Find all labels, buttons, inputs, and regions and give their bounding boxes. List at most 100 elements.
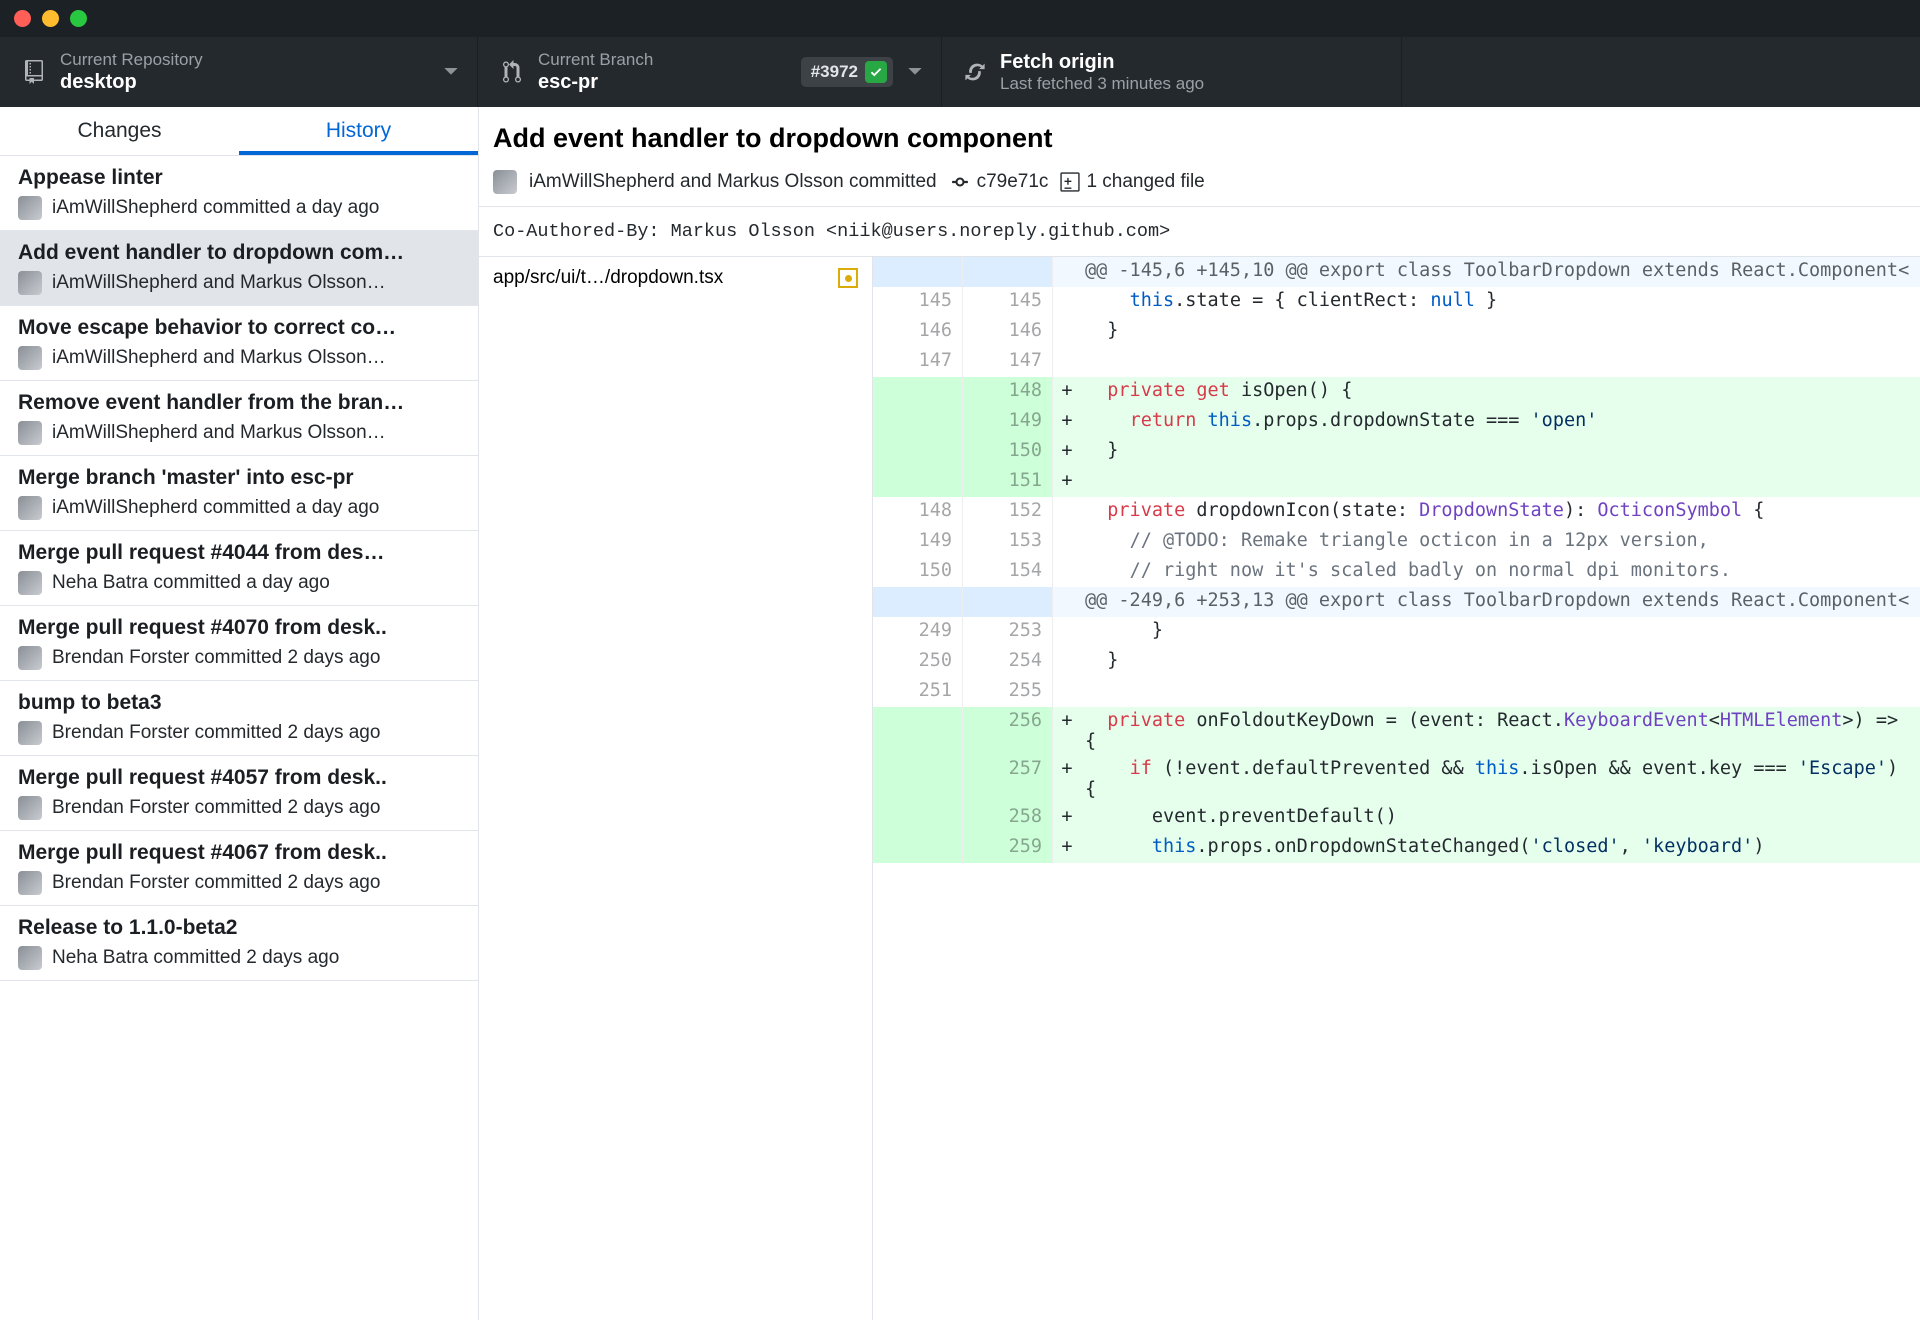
line-number-old: 148: [873, 497, 963, 527]
fetch-button[interactable]: Fetch origin Last fetched 3 minutes ago: [942, 37, 1402, 107]
branch-dropdown[interactable]: Current Branch esc-pr #3972: [478, 37, 942, 107]
diff-sign: [1053, 677, 1081, 707]
file-list: app/src/ui/t…/dropdown.tsx: [479, 257, 873, 1320]
line-number-old: [873, 377, 963, 407]
avatar: [493, 170, 517, 194]
main: Add event handler to dropdown component …: [479, 107, 1920, 1320]
diff-code: @@ -249,6 +253,13 @@ export class Toolba…: [1081, 587, 1920, 617]
diff-code: // @TODO: Remake triangle octicon in a 1…: [1081, 527, 1920, 557]
commit-item-title: Merge branch 'master' into esc-pr: [18, 466, 460, 490]
tab-history[interactable]: History: [239, 107, 478, 155]
commit-item-title: bump to beta3: [18, 691, 460, 715]
pull-request-icon: [500, 60, 524, 84]
diff-line: 250254 }: [873, 647, 1920, 677]
window-zoom-button[interactable]: [70, 10, 87, 27]
diff-line: 148152 private dropdownIcon(state: Dropd…: [873, 497, 1920, 527]
tab-changes[interactable]: Changes: [0, 107, 239, 155]
window-minimize-button[interactable]: [42, 10, 59, 27]
commit-item-meta: iAmWillShepherd and Markus Olsson…: [52, 347, 386, 369]
line-number-new: 148: [963, 377, 1053, 407]
avatar: [18, 421, 42, 445]
diff-line: 147147: [873, 347, 1920, 377]
diff-code: this.props.onDropdownStateChanged('close…: [1081, 833, 1920, 863]
titlebar: [0, 0, 1920, 37]
diff-sign: +: [1053, 803, 1081, 833]
commit-item[interactable]: Merge pull request #4044 from des… Neha …: [0, 531, 478, 606]
commit-item-meta: iAmWillShepherd and Markus Olsson…: [52, 272, 386, 294]
commit-item-title: Remove event handler from the bran…: [18, 391, 460, 415]
diff-line: 259+ this.props.onDropdownStateChanged('…: [873, 833, 1920, 863]
commit-item[interactable]: Merge pull request #4070 from desk.. Bre…: [0, 606, 478, 681]
line-number-new: 256: [963, 707, 1053, 755]
commit-item-meta: iAmWillShepherd committed a day ago: [52, 497, 379, 519]
diff-view[interactable]: @@ -145,6 +145,10 @@ export class Toolba…: [873, 257, 1920, 1320]
diff-code: // right now it's scaled badly on normal…: [1081, 557, 1920, 587]
avatar: [18, 871, 42, 895]
commit-sha: c79e71c: [977, 171, 1049, 193]
commit-item-meta: Brendan Forster committed 2 days ago: [52, 872, 380, 894]
fetch-sub: Last fetched 3 minutes ago: [1000, 74, 1383, 94]
diff-code: private onFoldoutKeyDown = (event: React…: [1081, 707, 1920, 755]
diff-code: }: [1081, 647, 1920, 677]
diff-line: 145145 this.state = { clientRect: null }: [873, 287, 1920, 317]
avatar: [18, 496, 42, 520]
commit-icon: [949, 173, 971, 191]
diff-sign: [1053, 587, 1081, 617]
diff-sign: +: [1053, 437, 1081, 467]
line-number-new: 258: [963, 803, 1053, 833]
commit-list[interactable]: Appease linter iAmWillShepherd committed…: [0, 156, 478, 1320]
chevron-down-icon: [443, 64, 459, 80]
commit-item[interactable]: Add event handler to dropdown com… iAmWi…: [0, 231, 478, 306]
diff-code: [1081, 467, 1920, 497]
diff-line: 256+ private onFoldoutKeyDown = (event: …: [873, 707, 1920, 755]
commit-item-title: Merge pull request #4067 from desk..: [18, 841, 460, 865]
diff-sign: [1053, 527, 1081, 557]
line-number-old: [873, 833, 963, 863]
commit-item-title: Appease linter: [18, 166, 460, 190]
commit-item[interactable]: bump to beta3 Brendan Forster committed …: [0, 681, 478, 756]
diff-code: this.state = { clientRect: null }: [1081, 287, 1920, 317]
avatar: [18, 946, 42, 970]
line-number-old: [873, 587, 963, 617]
line-number-new: 253: [963, 617, 1053, 647]
avatar: [18, 721, 42, 745]
line-number-old: 150: [873, 557, 963, 587]
commit-item-title: Add event handler to dropdown com…: [18, 241, 460, 265]
diff-code: }: [1081, 317, 1920, 347]
commit-item[interactable]: Merge branch 'master' into esc-pr iAmWil…: [0, 456, 478, 531]
diff-line: 149+ return this.props.dropdownState ===…: [873, 407, 1920, 437]
commit-item-title: Move escape behavior to correct co…: [18, 316, 460, 340]
line-number-new: 146: [963, 317, 1053, 347]
window-close-button[interactable]: [14, 10, 31, 27]
line-number-new: 147: [963, 347, 1053, 377]
commit-item[interactable]: Move escape behavior to correct co… iAmW…: [0, 306, 478, 381]
line-number-old: 249: [873, 617, 963, 647]
diff-sign: [1053, 617, 1081, 647]
commit-item[interactable]: Appease linter iAmWillShepherd committed…: [0, 156, 478, 231]
diff-line: 258+ event.preventDefault(): [873, 803, 1920, 833]
branch-value: esc-pr: [538, 70, 787, 94]
diff-icon: [1060, 171, 1080, 193]
commit-item-title: Merge pull request #4057 from desk..: [18, 766, 460, 790]
commit-item-title: Release to 1.1.0-beta2: [18, 916, 460, 940]
line-number-new: 149: [963, 407, 1053, 437]
line-number-old: [873, 257, 963, 287]
repo-dropdown[interactable]: Current Repository desktop: [0, 37, 478, 107]
line-number-new: [963, 257, 1053, 287]
commit-item[interactable]: Release to 1.1.0-beta2 Neha Batra commit…: [0, 906, 478, 981]
pr-number: #3972: [811, 62, 858, 82]
diff-sign: +: [1053, 407, 1081, 437]
diff-code: private dropdownIcon(state: DropdownStat…: [1081, 497, 1920, 527]
line-number-new: 150: [963, 437, 1053, 467]
sync-icon: [964, 61, 986, 83]
commit-item[interactable]: Remove event handler from the bran… iAmW…: [0, 381, 478, 456]
file-item[interactable]: app/src/ui/t…/dropdown.tsx: [479, 257, 872, 299]
diff-line: 249253 }: [873, 617, 1920, 647]
commit-item-meta: Neha Batra committed 2 days ago: [52, 947, 339, 969]
file-path: app/src/ui/t…/dropdown.tsx: [493, 267, 828, 289]
check-icon: [865, 61, 887, 83]
commit-item[interactable]: Merge pull request #4067 from desk.. Bre…: [0, 831, 478, 906]
diff-sign: [1053, 347, 1081, 377]
commit-item[interactable]: Merge pull request #4057 from desk.. Bre…: [0, 756, 478, 831]
commit-item-meta: Neha Batra committed a day ago: [52, 572, 330, 594]
